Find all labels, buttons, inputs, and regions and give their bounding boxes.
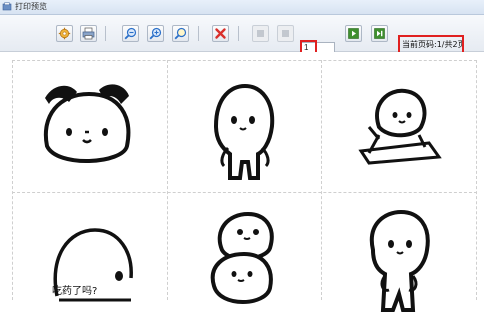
sticker-head-pat <box>14 62 164 192</box>
grid-line <box>12 60 477 61</box>
print-button[interactable] <box>80 25 97 42</box>
close-preview-button[interactable] <box>212 25 229 42</box>
sticker-writing <box>324 62 474 192</box>
toolbar-separator <box>105 26 106 41</box>
grid-line <box>167 60 168 300</box>
last-page-icon <box>374 28 385 39</box>
gear-icon <box>58 27 71 40</box>
preview-page: 吃药了吗? <box>12 60 477 312</box>
sticker-shy <box>324 194 474 324</box>
sticker-writing-image <box>358 88 442 165</box>
app-icon <box>2 2 12 11</box>
window-title: 打印预览 <box>15 2 47 11</box>
zoom-in-button[interactable] <box>147 25 164 42</box>
last-page-button[interactable] <box>371 25 388 42</box>
zoom-out-button[interactable] <box>122 25 139 42</box>
sticker-stacked-image <box>210 211 274 304</box>
preview-area: 吃药了吗? <box>0 52 484 312</box>
toolbar-separator <box>238 26 239 41</box>
grid-line <box>476 60 477 300</box>
close-icon <box>215 28 226 39</box>
first-page-button[interactable] <box>252 25 269 42</box>
printer-icon <box>82 27 95 40</box>
sticker-head-pat-image <box>43 84 131 164</box>
zoom-in-icon <box>149 27 162 40</box>
prev-page-icon <box>282 30 289 37</box>
next-page-icon <box>348 28 359 39</box>
settings-button[interactable] <box>56 25 73 42</box>
zoom-fit-button[interactable] <box>172 25 189 42</box>
sticker-standing <box>170 62 320 192</box>
next-page-button[interactable] <box>345 25 362 42</box>
grid-line <box>321 60 322 300</box>
zoom-out-icon <box>124 27 137 40</box>
title-bar: 打印预览 <box>0 0 484 15</box>
zoom-fit-icon <box>174 27 187 40</box>
grid-line <box>12 192 477 193</box>
grid-line <box>12 60 13 300</box>
toolbar: 当前页码:1/共2页 <box>0 15 484 59</box>
sticker-medicine: 吃药了吗? <box>14 194 164 324</box>
sticker-stacked <box>170 194 320 324</box>
sticker-standing-image <box>213 83 275 180</box>
first-page-icon <box>257 30 264 37</box>
sticker-shy-image <box>369 210 430 312</box>
toolbar-separator <box>198 26 199 41</box>
prev-page-button[interactable] <box>277 25 294 42</box>
sticker-medicine-caption: 吃药了吗? <box>52 286 98 297</box>
